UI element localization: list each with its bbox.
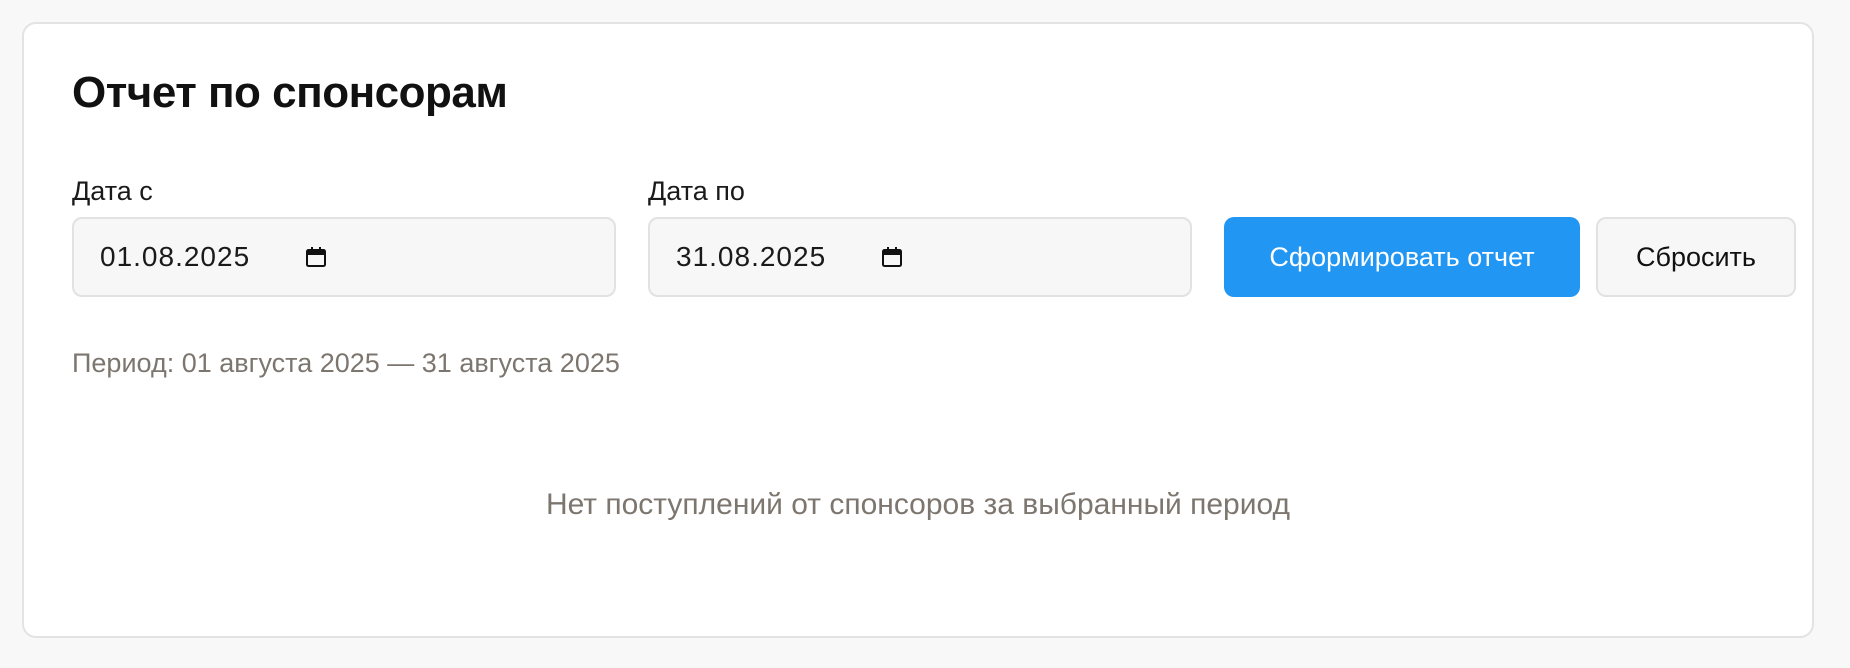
- date-to-value: 31.08.2025: [676, 241, 827, 272]
- reset-button[interactable]: Сбросить: [1596, 217, 1796, 297]
- date-from-value: 01.08.2025: [100, 241, 251, 272]
- calendar-icon[interactable]: [880, 245, 904, 269]
- calendar-icon[interactable]: [304, 245, 328, 269]
- empty-state-message: Нет поступлений от спонсоров за выбранны…: [545, 488, 1291, 521]
- period-text: Период: 01 августа 2025 — 31 августа 202…: [72, 348, 620, 378]
- date-from-input[interactable]: 01.08.2025: [72, 217, 616, 297]
- generate-report-button[interactable]: Сформировать отчет: [1224, 217, 1580, 297]
- date-to-input[interactable]: 31.08.2025: [648, 217, 1192, 297]
- page-title: Отчет по спонсорам: [72, 68, 508, 117]
- date-from-label: Дата с: [72, 176, 153, 206]
- date-to-label: Дата по: [648, 176, 745, 206]
- report-card: Отчет по спонсорам Дата с 01.08.2025 Дат…: [22, 22, 1814, 638]
